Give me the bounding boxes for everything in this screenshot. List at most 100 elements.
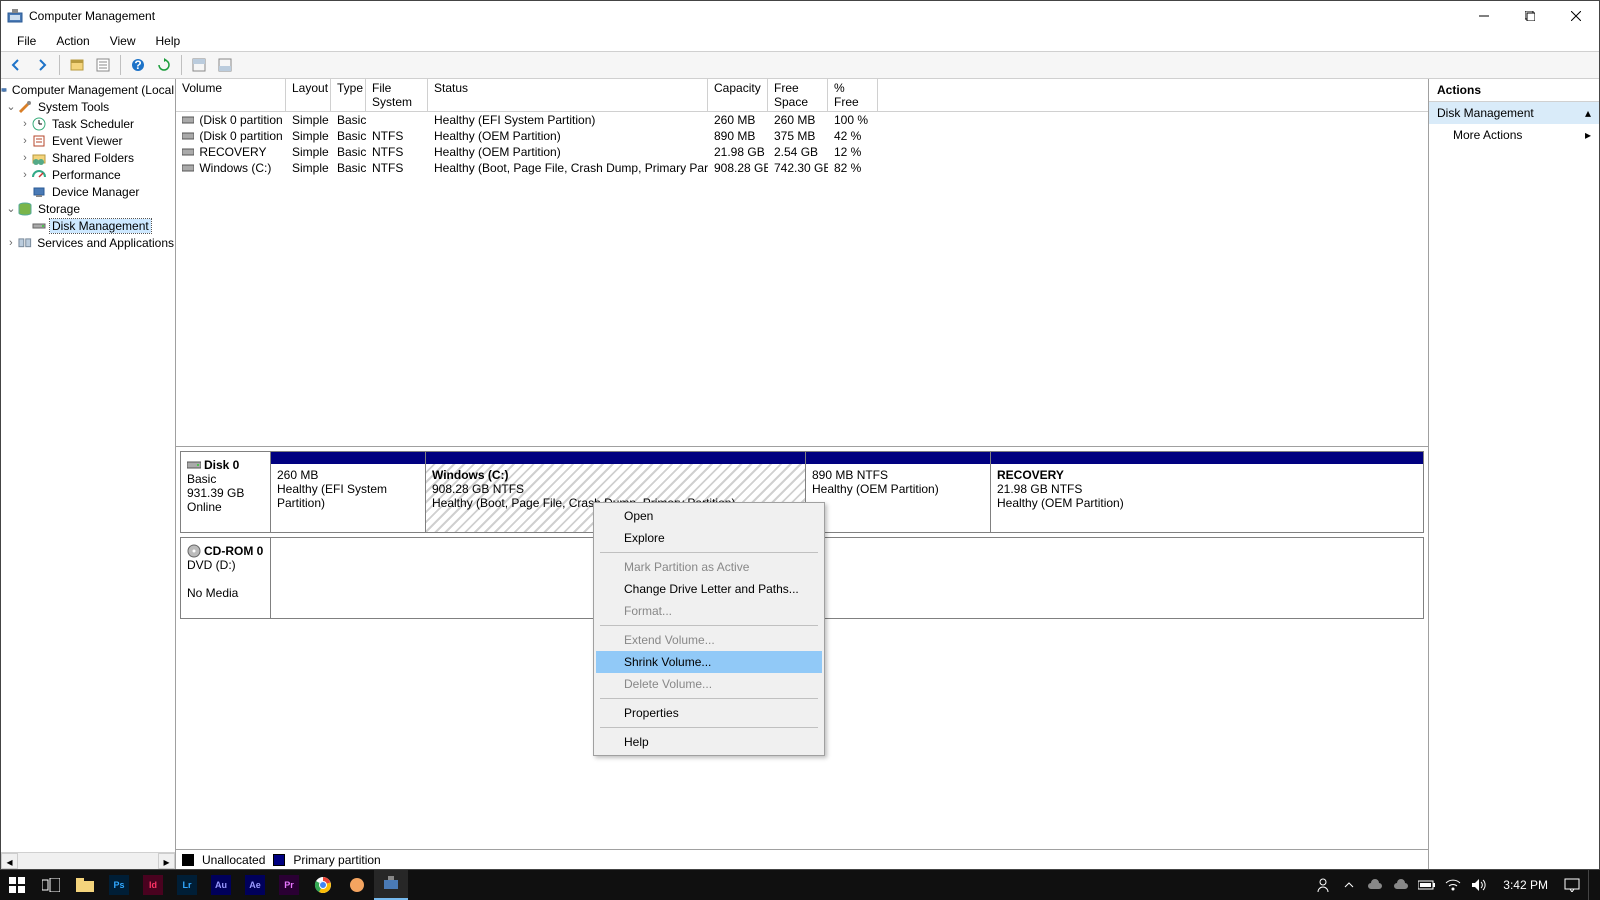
start-button[interactable] (0, 870, 34, 900)
tree-event-viewer[interactable]: › Event Viewer (1, 132, 176, 149)
col-filesystem[interactable]: File System (366, 79, 428, 111)
taskbar[interactable]: Ps Id Lr Au Ae Pr 3:42 PM (0, 870, 1600, 900)
partition-strip: 260 MBHealthy (EFI System Partition)Wind… (271, 452, 1423, 532)
maximize-button[interactable] (1507, 1, 1553, 31)
expand-icon[interactable]: › (19, 135, 31, 147)
volume-row[interactable]: Windows (C:)SimpleBasicNTFSHealthy (Boot… (176, 160, 1428, 176)
tree-shared-folders[interactable]: › Shared Folders (1, 149, 176, 166)
volume-row[interactable]: (Disk 0 partition 1)SimpleBasicHealthy (… (176, 112, 1428, 128)
taskbar-compmgmt[interactable] (374, 870, 408, 900)
collapse-icon[interactable]: ⌄ (5, 203, 17, 215)
expand-icon[interactable]: › (19, 118, 31, 130)
taskbar-photoshop[interactable]: Ps (102, 870, 136, 900)
scroll-right-icon[interactable]: ▸ (158, 853, 175, 869)
taskbar-lightroom[interactable]: Lr (170, 870, 204, 900)
taskbar-indesign[interactable]: Id (136, 870, 170, 900)
tree-services-apps[interactable]: › Services and Applications (1, 234, 176, 251)
expand-icon[interactable]: › (19, 152, 31, 164)
taskbar-app1[interactable] (340, 870, 374, 900)
ctx-properties[interactable]: Properties (596, 702, 822, 724)
battery-icon[interactable] (1417, 875, 1437, 895)
volume-row[interactable]: RECOVERYSimpleBasicNTFSHealthy (OEM Part… (176, 144, 1428, 160)
tree-hscrollbar[interactable]: ◂▸ (1, 852, 175, 869)
tree-performance[interactable]: › Performance (1, 166, 176, 183)
col-type[interactable]: Type (331, 79, 366, 111)
tree-task-scheduler[interactable]: › Task Scheduler (1, 115, 176, 132)
titlebar: Computer Management (1, 1, 1599, 31)
ctx-open[interactable]: Open (596, 505, 822, 527)
ctx-explore[interactable]: Explore (596, 527, 822, 549)
onedrive-icon[interactable] (1365, 875, 1385, 895)
tray-overflow-icon[interactable] (1339, 875, 1359, 895)
settings-top-button[interactable] (188, 54, 210, 76)
show-desktop-button[interactable] (1588, 870, 1594, 900)
volume-icon[interactable] (1469, 875, 1489, 895)
ctx-mark-active: Mark Partition as Active (596, 556, 822, 578)
collapse-icon[interactable]: ⌄ (5, 101, 17, 113)
volume-icon (182, 164, 196, 172)
wifi-icon[interactable] (1443, 875, 1463, 895)
people-icon[interactable] (1313, 875, 1333, 895)
menu-action[interactable]: Action (46, 32, 99, 50)
partition[interactable]: 890 MB NTFSHealthy (OEM Partition) (806, 452, 991, 532)
taskbar-aftereffects[interactable]: Ae (238, 870, 272, 900)
actions-section[interactable]: Disk Management ▴ (1429, 102, 1599, 124)
menu-view[interactable]: View (100, 32, 146, 50)
col-volume[interactable]: Volume (176, 79, 286, 111)
legend: Unallocated Primary partition (176, 849, 1428, 869)
legend-unallocated-swatch (182, 854, 194, 866)
app-icon (7, 8, 23, 24)
show-hide-button[interactable] (66, 54, 88, 76)
settings-bottom-button[interactable] (214, 54, 236, 76)
task-view-button[interactable] (34, 870, 68, 900)
navigation-tree[interactable]: Computer Management (Local ⌄ System Tool… (1, 79, 176, 852)
window-title: Computer Management (29, 9, 155, 23)
legend-primary-label: Primary partition (293, 853, 380, 867)
tree-storage[interactable]: ⌄ Storage (1, 200, 176, 217)
event-icon (31, 133, 47, 149)
actions-more[interactable]: More Actions ▸ (1429, 124, 1599, 146)
taskbar-chrome[interactable] (306, 870, 340, 900)
volume-row[interactable]: (Disk 0 partition 4)SimpleBasicNTFSHealt… (176, 128, 1428, 144)
tree-disk-management[interactable]: Disk Management (1, 217, 176, 234)
menubar: File Action View Help (1, 31, 1599, 51)
partition[interactable]: 260 MBHealthy (EFI System Partition) (271, 452, 426, 532)
ctx-format: Format... (596, 600, 822, 622)
volume-list-header: Volume Layout Type File System Status Ca… (176, 79, 1428, 112)
disk-icon (187, 460, 201, 470)
menu-file[interactable]: File (7, 32, 46, 50)
help-button[interactable]: ? (127, 54, 149, 76)
partition[interactable]: RECOVERY21.98 GB NTFSHealthy (OEM Partit… (991, 452, 1423, 532)
tree-root[interactable]: Computer Management (Local (1, 81, 176, 98)
taskbar-explorer[interactable] (68, 870, 102, 900)
shared-folders-icon (31, 150, 47, 166)
col-capacity[interactable]: Capacity (708, 79, 768, 111)
col-status[interactable]: Status (428, 79, 708, 111)
taskbar-audition[interactable]: Au (204, 870, 238, 900)
taskbar-premiere[interactable]: Pr (272, 870, 306, 900)
tree-device-manager[interactable]: Device Manager (1, 183, 176, 200)
col-free[interactable]: Free Space (768, 79, 828, 111)
onedrive-icon-2[interactable] (1391, 875, 1411, 895)
back-button[interactable] (5, 54, 27, 76)
volume-list[interactable]: Volume Layout Type File System Status Ca… (176, 79, 1428, 447)
scroll-left-icon[interactable]: ◂ (1, 853, 18, 869)
expand-icon[interactable]: › (5, 237, 17, 249)
col-pct[interactable]: % Free (828, 79, 878, 111)
refresh-button[interactable] (153, 54, 175, 76)
expand-icon[interactable]: › (19, 169, 31, 181)
ctx-help[interactable]: Help (596, 731, 822, 753)
tree-system-tools[interactable]: ⌄ System Tools (1, 98, 176, 115)
forward-button[interactable] (31, 54, 53, 76)
ctx-shrink-volume[interactable]: Shrink Volume... (596, 651, 822, 673)
ctx-change-drive-letter[interactable]: Change Drive Letter and Paths... (596, 578, 822, 600)
properties-button[interactable] (92, 54, 114, 76)
minimize-button[interactable] (1461, 1, 1507, 31)
close-button[interactable] (1553, 1, 1599, 31)
col-layout[interactable]: Layout (286, 79, 331, 111)
svg-text:?: ? (134, 58, 141, 72)
menu-help[interactable]: Help (146, 32, 191, 50)
cdrom-info: CD-ROM 0 DVD (D:) No Media (181, 538, 271, 618)
clock[interactable]: 3:42 PM (1495, 878, 1556, 892)
notifications-icon[interactable] (1562, 875, 1582, 895)
